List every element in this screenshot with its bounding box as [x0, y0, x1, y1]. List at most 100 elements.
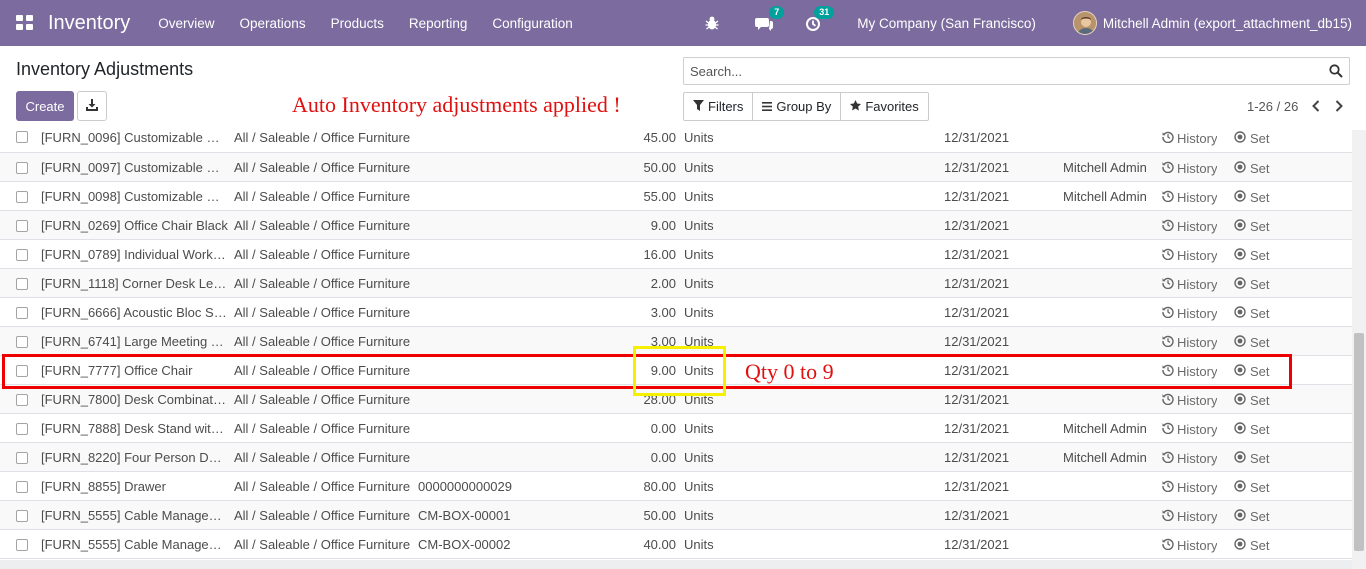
export-download-button[interactable]	[77, 91, 107, 121]
row-checkbox[interactable]	[16, 423, 28, 435]
history-icon	[1162, 509, 1174, 524]
set-button[interactable]: Set	[1234, 393, 1270, 408]
date-cell: 12/31/2021	[944, 189, 1010, 204]
quantity-cell[interactable]: 40.00	[643, 537, 676, 552]
history-button[interactable]: History	[1162, 335, 1217, 350]
quantity-cell[interactable]: 80.00	[643, 479, 676, 494]
row-checkbox[interactable]	[16, 452, 28, 464]
table-row[interactable]: [FURN_0096] Customizable Desk (Steel, Wh…	[0, 130, 1352, 153]
scrollbar-thumb[interactable]	[1354, 333, 1364, 551]
set-button[interactable]: Set	[1234, 306, 1270, 321]
quantity-cell[interactable]: 50.00	[643, 508, 676, 523]
favorites-button[interactable]: Favorites	[841, 93, 927, 120]
set-button[interactable]: Set	[1234, 335, 1270, 350]
history-button[interactable]: History	[1162, 480, 1217, 495]
table-row[interactable]: [FURN_8855] Drawer All / Saleable / Offic…	[0, 472, 1352, 501]
set-button[interactable]: Set	[1234, 422, 1270, 437]
set-button[interactable]: Set	[1234, 509, 1270, 524]
set-button[interactable]: Set	[1234, 480, 1270, 495]
history-button[interactable]: History	[1162, 277, 1217, 292]
search-bar[interactable]	[683, 57, 1350, 85]
menu-products[interactable]: Products	[331, 16, 384, 31]
quantity-cell[interactable]: 2.00	[651, 276, 676, 291]
set-button[interactable]: Set	[1234, 538, 1270, 553]
table-row[interactable]: [FURN_0789] Individual Workplace All / Sa…	[0, 240, 1352, 269]
pager-value[interactable]: 1-26 / 26	[1247, 99, 1298, 114]
set-button[interactable]: Set	[1234, 161, 1270, 176]
table-row[interactable]: [FURN_0098] Customizable Desk (Alu, Blac…	[0, 182, 1352, 211]
table-row[interactable]: [FURN_8220] Four Person Desk All / Saleab…	[0, 443, 1352, 472]
create-button[interactable]: Create	[16, 91, 74, 121]
pager-previous-icon[interactable]	[1311, 99, 1321, 115]
set-button[interactable]: Set	[1234, 219, 1270, 234]
apps-menu-icon[interactable]	[16, 15, 34, 31]
row-checkbox[interactable]	[16, 394, 28, 406]
quantity-cell[interactable]: 50.00	[643, 160, 676, 175]
menu-overview[interactable]: Overview	[158, 16, 214, 31]
row-checkbox[interactable]	[16, 481, 28, 493]
user-menu[interactable]: Mitchell Admin (export_attachment_db15)	[1103, 16, 1352, 31]
history-button[interactable]: History	[1162, 219, 1217, 234]
set-button[interactable]: Set	[1234, 248, 1270, 263]
history-button[interactable]: History	[1162, 538, 1217, 553]
history-button[interactable]: History	[1162, 306, 1217, 321]
set-label: Set	[1250, 538, 1270, 553]
activities-clock-icon[interactable]: 31	[805, 6, 835, 32]
search-icon[interactable]	[1329, 64, 1343, 81]
set-button[interactable]: Set	[1234, 131, 1270, 146]
row-checkbox[interactable]	[16, 131, 28, 143]
filter-icon	[693, 99, 704, 114]
row-checkbox[interactable]	[16, 539, 28, 551]
app-title[interactable]: Inventory	[48, 12, 130, 35]
row-checkbox[interactable]	[16, 510, 28, 522]
debug-bug-icon[interactable]	[705, 14, 723, 32]
target-icon	[1234, 306, 1246, 321]
history-button[interactable]: History	[1162, 422, 1217, 437]
menu-configuration[interactable]: Configuration	[492, 16, 572, 31]
quantity-cell[interactable]: 3.00	[651, 305, 676, 320]
row-checkbox[interactable]	[16, 249, 28, 261]
set-button[interactable]: Set	[1234, 190, 1270, 205]
quantity-cell[interactable]: 0.00	[651, 450, 676, 465]
history-button[interactable]: History	[1162, 131, 1217, 146]
table-row[interactable]: [FURN_5555] Cable Management Box All / Sa…	[0, 530, 1352, 559]
set-button[interactable]: Set	[1234, 451, 1270, 466]
quantity-cell[interactable]: 9.00	[651, 218, 676, 233]
row-checkbox[interactable]	[16, 220, 28, 232]
table-row[interactable]: [FURN_0097] Customizable Desk (Steel, Bl…	[0, 153, 1352, 182]
history-button[interactable]: History	[1162, 190, 1217, 205]
user-avatar[interactable]	[1072, 11, 1097, 35]
group-by-button[interactable]: Group By	[753, 93, 842, 120]
row-checkbox[interactable]	[16, 278, 28, 290]
history-button[interactable]: History	[1162, 393, 1217, 408]
target-icon	[1234, 393, 1246, 408]
filters-button[interactable]: Filters	[684, 93, 754, 120]
quantity-cell[interactable]: 55.00	[643, 189, 676, 204]
set-button[interactable]: Set	[1234, 277, 1270, 292]
history-button[interactable]: History	[1162, 509, 1217, 524]
messages-icon[interactable]: 7	[755, 6, 785, 32]
quantity-cell[interactable]: 45.00	[643, 130, 676, 145]
quantity-cell[interactable]: 16.00	[643, 247, 676, 262]
user-cell: Mitchell Admin	[1063, 450, 1147, 465]
location-cell: All / Saleable / Office Furniture	[234, 218, 411, 233]
history-button[interactable]: History	[1162, 451, 1217, 466]
history-button[interactable]: History	[1162, 161, 1217, 176]
row-checkbox[interactable]	[16, 307, 28, 319]
search-input[interactable]	[690, 63, 1320, 79]
table-row[interactable]: [FURN_1118] Corner Desk Left Sit All / Sa…	[0, 269, 1352, 298]
history-button[interactable]: History	[1162, 248, 1217, 263]
table-row[interactable]: [FURN_0269] Office Chair Black All / Sale…	[0, 211, 1352, 240]
pager-next-icon[interactable]	[1334, 99, 1344, 115]
history-icon	[1162, 538, 1174, 553]
row-checkbox[interactable]	[16, 162, 28, 174]
menu-operations[interactable]: Operations	[240, 16, 306, 31]
table-row[interactable]: [FURN_6666] Acoustic Bloc Screens All / S…	[0, 298, 1352, 327]
menu-reporting[interactable]: Reporting	[409, 16, 468, 31]
table-row[interactable]: [FURN_7888] Desk Stand with Screen All / …	[0, 414, 1352, 443]
table-row[interactable]: [FURN_5555] Cable Management Box All / Sa…	[0, 501, 1352, 530]
quantity-cell[interactable]: 0.00	[651, 421, 676, 436]
row-checkbox[interactable]	[16, 336, 28, 348]
row-checkbox[interactable]	[16, 191, 28, 203]
company-switcher[interactable]: My Company (San Francisco)	[857, 16, 1036, 31]
